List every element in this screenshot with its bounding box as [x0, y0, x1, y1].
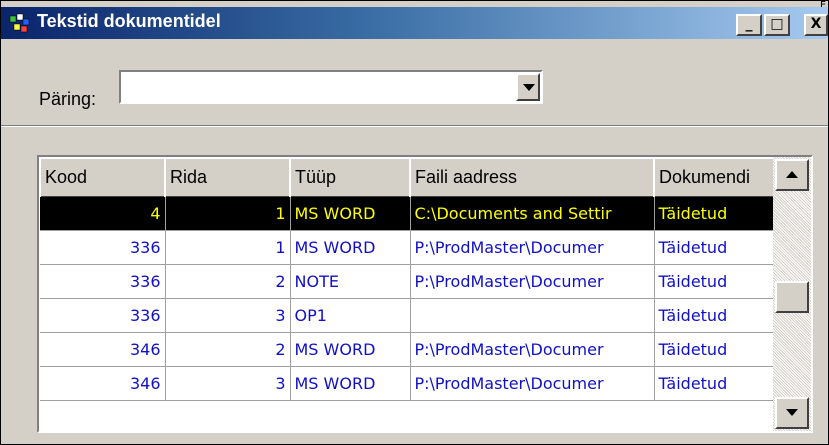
column-header-kood[interactable]: Kood	[39, 157, 166, 197]
cell-kood: 336	[40, 230, 166, 265]
arrow-up-icon	[786, 171, 798, 178]
cell-tyyp: OP1	[290, 298, 411, 333]
table-row[interactable]: 346 3 MS WORD P:\ProdMaster\Documer Täid…	[40, 366, 775, 401]
query-label: Päring:	[39, 89, 97, 109]
app-icon	[9, 13, 30, 33]
column-header-dokumendi[interactable]: Dokumendi	[653, 157, 775, 197]
cell-rida: 1	[165, 230, 291, 265]
column-header-rida[interactable]: Rida	[164, 157, 291, 197]
window-title: Tekstid dokumentidel	[37, 11, 221, 31]
cell-rida: 1	[165, 196, 291, 231]
table-row[interactable]: 346 2 MS WORD P:\ProdMaster\Documer Täid…	[40, 332, 775, 367]
cell-faili-aadress: C:\Documents and Settir	[410, 196, 655, 231]
maximize-button[interactable]: □	[764, 14, 790, 36]
cell-faili-aadress: P:\ProdMaster\Documer	[410, 332, 655, 367]
title-bar[interactable]: Tekstid dokumentidel _ □ X	[1, 7, 828, 39]
cell-dokumendi: Täidetud	[654, 366, 775, 401]
close-button[interactable]: X	[804, 14, 828, 36]
cell-kood: 4	[40, 196, 166, 231]
document-texts-window: E Tekstid dokumentidel _ □ X Päring: Koo…	[0, 0, 829, 445]
section-divider	[1, 125, 828, 127]
table-row[interactable]: 336 1 MS WORD P:\ProdMaster\Documer Täid…	[40, 230, 775, 265]
cell-kood: 336	[40, 264, 166, 299]
cell-tyyp: MS WORD	[290, 366, 411, 401]
cell-dokumendi: Täidetud	[654, 264, 775, 299]
cell-dokumendi: Täidetud	[654, 196, 775, 231]
cell-rida: 3	[165, 366, 291, 401]
query-dropdown-button[interactable]	[516, 73, 540, 101]
cell-dokumendi: Täidetud	[654, 298, 775, 333]
chevron-down-icon	[523, 84, 535, 91]
minimize-button[interactable]: _	[736, 14, 762, 36]
vertical-scrollbar[interactable]	[773, 157, 811, 431]
cell-dokumendi: Täidetud	[654, 332, 775, 367]
table-row-selected[interactable]: 4 1 MS WORD C:\Documents and Settir Täid…	[40, 196, 775, 231]
cell-rida: 2	[165, 264, 291, 299]
cell-tyyp: MS WORD	[290, 196, 411, 231]
cell-rida: 2	[165, 332, 291, 367]
cell-dokumendi: Täidetud	[654, 230, 775, 265]
table-row[interactable]: 336 2 NOTE P:\ProdMaster\Documer Täidetu…	[40, 264, 775, 299]
scroll-down-button[interactable]	[775, 397, 809, 429]
column-header-tyyp[interactable]: Tüüp	[289, 157, 411, 197]
cell-faili-aadress: P:\ProdMaster\Documer	[410, 264, 655, 299]
cell-kood: 346	[40, 332, 166, 367]
cell-tyyp: NOTE	[290, 264, 411, 299]
cell-faili-aadress	[410, 298, 655, 333]
documents-table: Kood Rida Tüüp Faili aadress Dokumendi 4…	[39, 157, 775, 401]
query-combobox[interactable]	[119, 70, 543, 104]
cell-kood: 346	[40, 366, 166, 401]
cell-faili-aadress: P:\ProdMaster\Documer	[410, 366, 655, 401]
arrow-down-icon	[786, 409, 798, 416]
scroll-up-button[interactable]	[775, 159, 809, 191]
scroll-thumb[interactable]	[775, 281, 809, 313]
cell-tyyp: MS WORD	[290, 230, 411, 265]
documents-grid[interactable]: Kood Rida Tüüp Faili aadress Dokumendi 4…	[37, 155, 813, 433]
header-row: Kood Rida Tüüp Faili aadress Dokumendi	[39, 157, 775, 197]
column-header-faili-aadress[interactable]: Faili aadress	[409, 157, 655, 197]
cell-kood: 336	[40, 298, 166, 333]
cell-tyyp: MS WORD	[290, 332, 411, 367]
cell-rida: 3	[165, 298, 291, 333]
cell-faili-aadress: P:\ProdMaster\Documer	[410, 230, 655, 265]
table-row[interactable]: 336 3 OP1 Täidetud	[40, 298, 775, 333]
